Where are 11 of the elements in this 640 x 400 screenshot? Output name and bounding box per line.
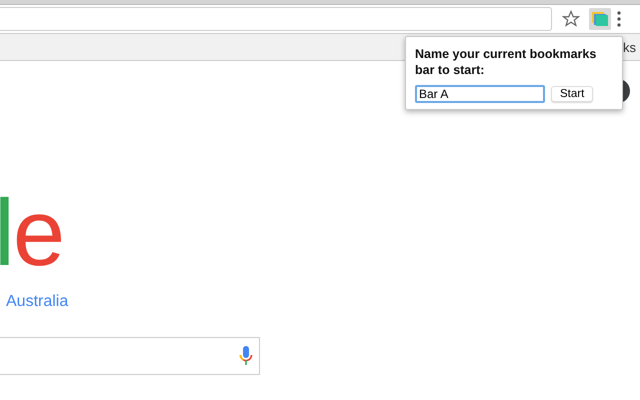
popup-prompt: Name your current bookmarks bar to start: <box>415 46 598 78</box>
start-button[interactable]: Start <box>551 86 594 102</box>
microphone-icon[interactable] <box>239 345 253 367</box>
bar-name-field[interactable]: Bar A <box>415 85 545 103</box>
search-field[interactable] <box>0 337 260 375</box>
extension-icon[interactable] <box>589 8 611 30</box>
star-icon[interactable] <box>562 10 580 28</box>
region-label: Australia <box>6 293 68 311</box>
logo: le <box>0 186 64 280</box>
menu-icon[interactable] <box>617 11 621 27</box>
bookmark-label[interactable]: ks <box>623 40 636 54</box>
